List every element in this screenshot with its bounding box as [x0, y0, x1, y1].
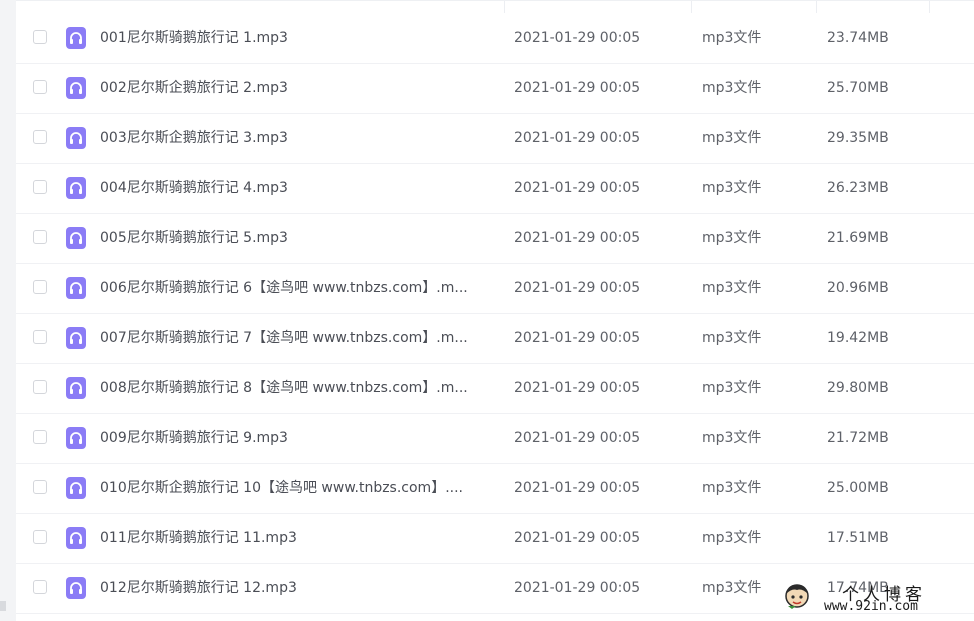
- file-date: 2021-01-29 00:05: [514, 30, 641, 46]
- file-size: 23.74MB: [827, 30, 889, 46]
- file-type: mp3文件: [702, 180, 762, 196]
- file-row[interactable]: 011尼尔斯骑鹅旅行记 11.mp3 2021-01-29 00:05 mp3文件 1…: [16, 513, 974, 564]
- row-checkbox[interactable]: [33, 380, 47, 394]
- row-checkbox[interactable]: [33, 580, 47, 594]
- file-type: mp3文件: [702, 530, 762, 546]
- watermark-url: www.92in.com: [824, 599, 918, 614]
- file-type: mp3文件: [702, 380, 762, 396]
- headphones-icon: [66, 277, 86, 299]
- headphones-icon: [66, 27, 86, 49]
- file-size: 21.72MB: [827, 430, 889, 446]
- file-row[interactable]: 003尼尔斯企鹅旅行记 3.mp3 2021-01-29 00:05 mp3文件 29…: [16, 113, 974, 164]
- file-name[interactable]: 004尼尔斯骑鹅旅行记 4.mp3: [100, 163, 500, 213]
- headphones-icon: [66, 527, 86, 549]
- row-checkbox[interactable]: [33, 530, 47, 544]
- headphones-icon: [66, 427, 86, 449]
- file-date: 2021-01-29 00:05: [514, 380, 641, 396]
- file-row[interactable]: 002尼尔斯企鹅旅行记 2.mp3 2021-01-29 00:05 mp3文件 25…: [16, 63, 974, 114]
- file-list: 001尼尔斯骑鹅旅行记 1.mp3 2021-01-29 00:05 mp3文件 23…: [16, 0, 974, 614]
- headphones-icon: [66, 177, 86, 199]
- row-checkbox[interactable]: [33, 330, 47, 344]
- file-date: 2021-01-29 00:05: [514, 80, 641, 96]
- file-row[interactable]: 010尼尔斯企鹅旅行记 10【途鸟吧 www.tnbzs.com】.... 202…: [16, 463, 974, 514]
- file-size: 21.69MB: [827, 230, 889, 246]
- file-type: mp3文件: [702, 430, 762, 446]
- headphones-icon: [66, 477, 86, 499]
- file-size: 19.42MB: [827, 330, 889, 346]
- file-date: 2021-01-29 00:05: [514, 580, 641, 596]
- row-checkbox[interactable]: [33, 230, 47, 244]
- file-row[interactable]: 008尼尔斯骑鹅旅行记 8【途鸟吧 www.tnbzs.com】.m... 202…: [16, 363, 974, 414]
- column-divider: [816, 1, 817, 13]
- file-name[interactable]: 012尼尔斯骑鹅旅行记 12.mp3: [100, 563, 500, 613]
- file-type: mp3文件: [702, 280, 762, 296]
- file-name[interactable]: 007尼尔斯骑鹅旅行记 7【途鸟吧 www.tnbzs.com】.m...: [100, 313, 500, 363]
- file-size: 20.96MB: [827, 280, 889, 296]
- headphones-icon: [66, 227, 86, 249]
- file-type: mp3文件: [702, 80, 762, 96]
- file-name[interactable]: 002尼尔斯企鹅旅行记 2.mp3: [100, 63, 500, 113]
- file-type: mp3文件: [702, 330, 762, 346]
- file-row[interactable]: 006尼尔斯骑鹅旅行记 6【途鸟吧 www.tnbzs.com】.m... 202…: [16, 263, 974, 314]
- file-type: mp3文件: [702, 30, 762, 46]
- blog-watermark: 个人博客 www.92in.com: [782, 578, 972, 618]
- file-row[interactable]: 004尼尔斯骑鹅旅行记 4.mp3 2021-01-29 00:05 mp3文件 26…: [16, 163, 974, 214]
- file-size: 29.35MB: [827, 130, 889, 146]
- file-type: mp3文件: [702, 580, 762, 596]
- row-checkbox[interactable]: [33, 180, 47, 194]
- file-name[interactable]: 001尼尔斯骑鹅旅行记 1.mp3: [100, 13, 500, 63]
- file-name[interactable]: 005尼尔斯骑鹅旅行记 5.mp3: [100, 213, 500, 263]
- file-size: 25.00MB: [827, 480, 889, 496]
- file-type: mp3文件: [702, 130, 762, 146]
- file-type: mp3文件: [702, 230, 762, 246]
- file-row[interactable]: 007尼尔斯骑鹅旅行记 7【途鸟吧 www.tnbzs.com】.m... 202…: [16, 313, 974, 364]
- row-checkbox[interactable]: [33, 430, 47, 444]
- headphones-icon: [66, 577, 86, 599]
- file-date: 2021-01-29 00:05: [514, 180, 641, 196]
- column-divider: [929, 1, 930, 13]
- headphones-icon: [66, 77, 86, 99]
- headphones-icon: [66, 127, 86, 149]
- row-checkbox[interactable]: [33, 130, 47, 144]
- left-panel-edge: [0, 0, 16, 621]
- file-row[interactable]: 009尼尔斯骑鹅旅行记 9.mp3 2021-01-29 00:05 mp3文件 21…: [16, 413, 974, 464]
- file-date: 2021-01-29 00:05: [514, 330, 641, 346]
- row-checkbox[interactable]: [33, 30, 47, 44]
- file-name[interactable]: 010尼尔斯企鹅旅行记 10【途鸟吧 www.tnbzs.com】....: [100, 463, 500, 513]
- cartoon-face-icon: [785, 584, 809, 609]
- scroll-marker: [0, 601, 6, 611]
- headphones-icon: [66, 327, 86, 349]
- file-row[interactable]: 005尼尔斯骑鹅旅行记 5.mp3 2021-01-29 00:05 mp3文件 21…: [16, 213, 974, 264]
- file-size: 17.51MB: [827, 530, 889, 546]
- row-checkbox[interactable]: [33, 280, 47, 294]
- file-name[interactable]: 008尼尔斯骑鹅旅行记 8【途鸟吧 www.tnbzs.com】.m...: [100, 363, 500, 413]
- column-divider: [504, 1, 505, 13]
- column-divider: [691, 1, 692, 13]
- file-size: 25.70MB: [827, 80, 889, 96]
- file-date: 2021-01-29 00:05: [514, 530, 641, 546]
- file-name[interactable]: 003尼尔斯企鹅旅行记 3.mp3: [100, 113, 500, 163]
- row-checkbox[interactable]: [33, 80, 47, 94]
- file-date: 2021-01-29 00:05: [514, 280, 641, 296]
- file-date: 2021-01-29 00:05: [514, 430, 641, 446]
- headphones-icon: [66, 377, 86, 399]
- file-size: 26.23MB: [827, 180, 889, 196]
- file-name[interactable]: 009尼尔斯骑鹅旅行记 9.mp3: [100, 413, 500, 463]
- file-date: 2021-01-29 00:05: [514, 130, 641, 146]
- file-date: 2021-01-29 00:05: [514, 480, 641, 496]
- row-checkbox[interactable]: [33, 480, 47, 494]
- file-type: mp3文件: [702, 480, 762, 496]
- file-row[interactable]: 001尼尔斯骑鹅旅行记 1.mp3 2021-01-29 00:05 mp3文件 23…: [16, 13, 974, 64]
- file-date: 2021-01-29 00:05: [514, 230, 641, 246]
- file-name[interactable]: 006尼尔斯骑鹅旅行记 6【途鸟吧 www.tnbzs.com】.m...: [100, 263, 500, 313]
- file-name[interactable]: 011尼尔斯骑鹅旅行记 11.mp3: [100, 513, 500, 563]
- file-size: 29.80MB: [827, 380, 889, 396]
